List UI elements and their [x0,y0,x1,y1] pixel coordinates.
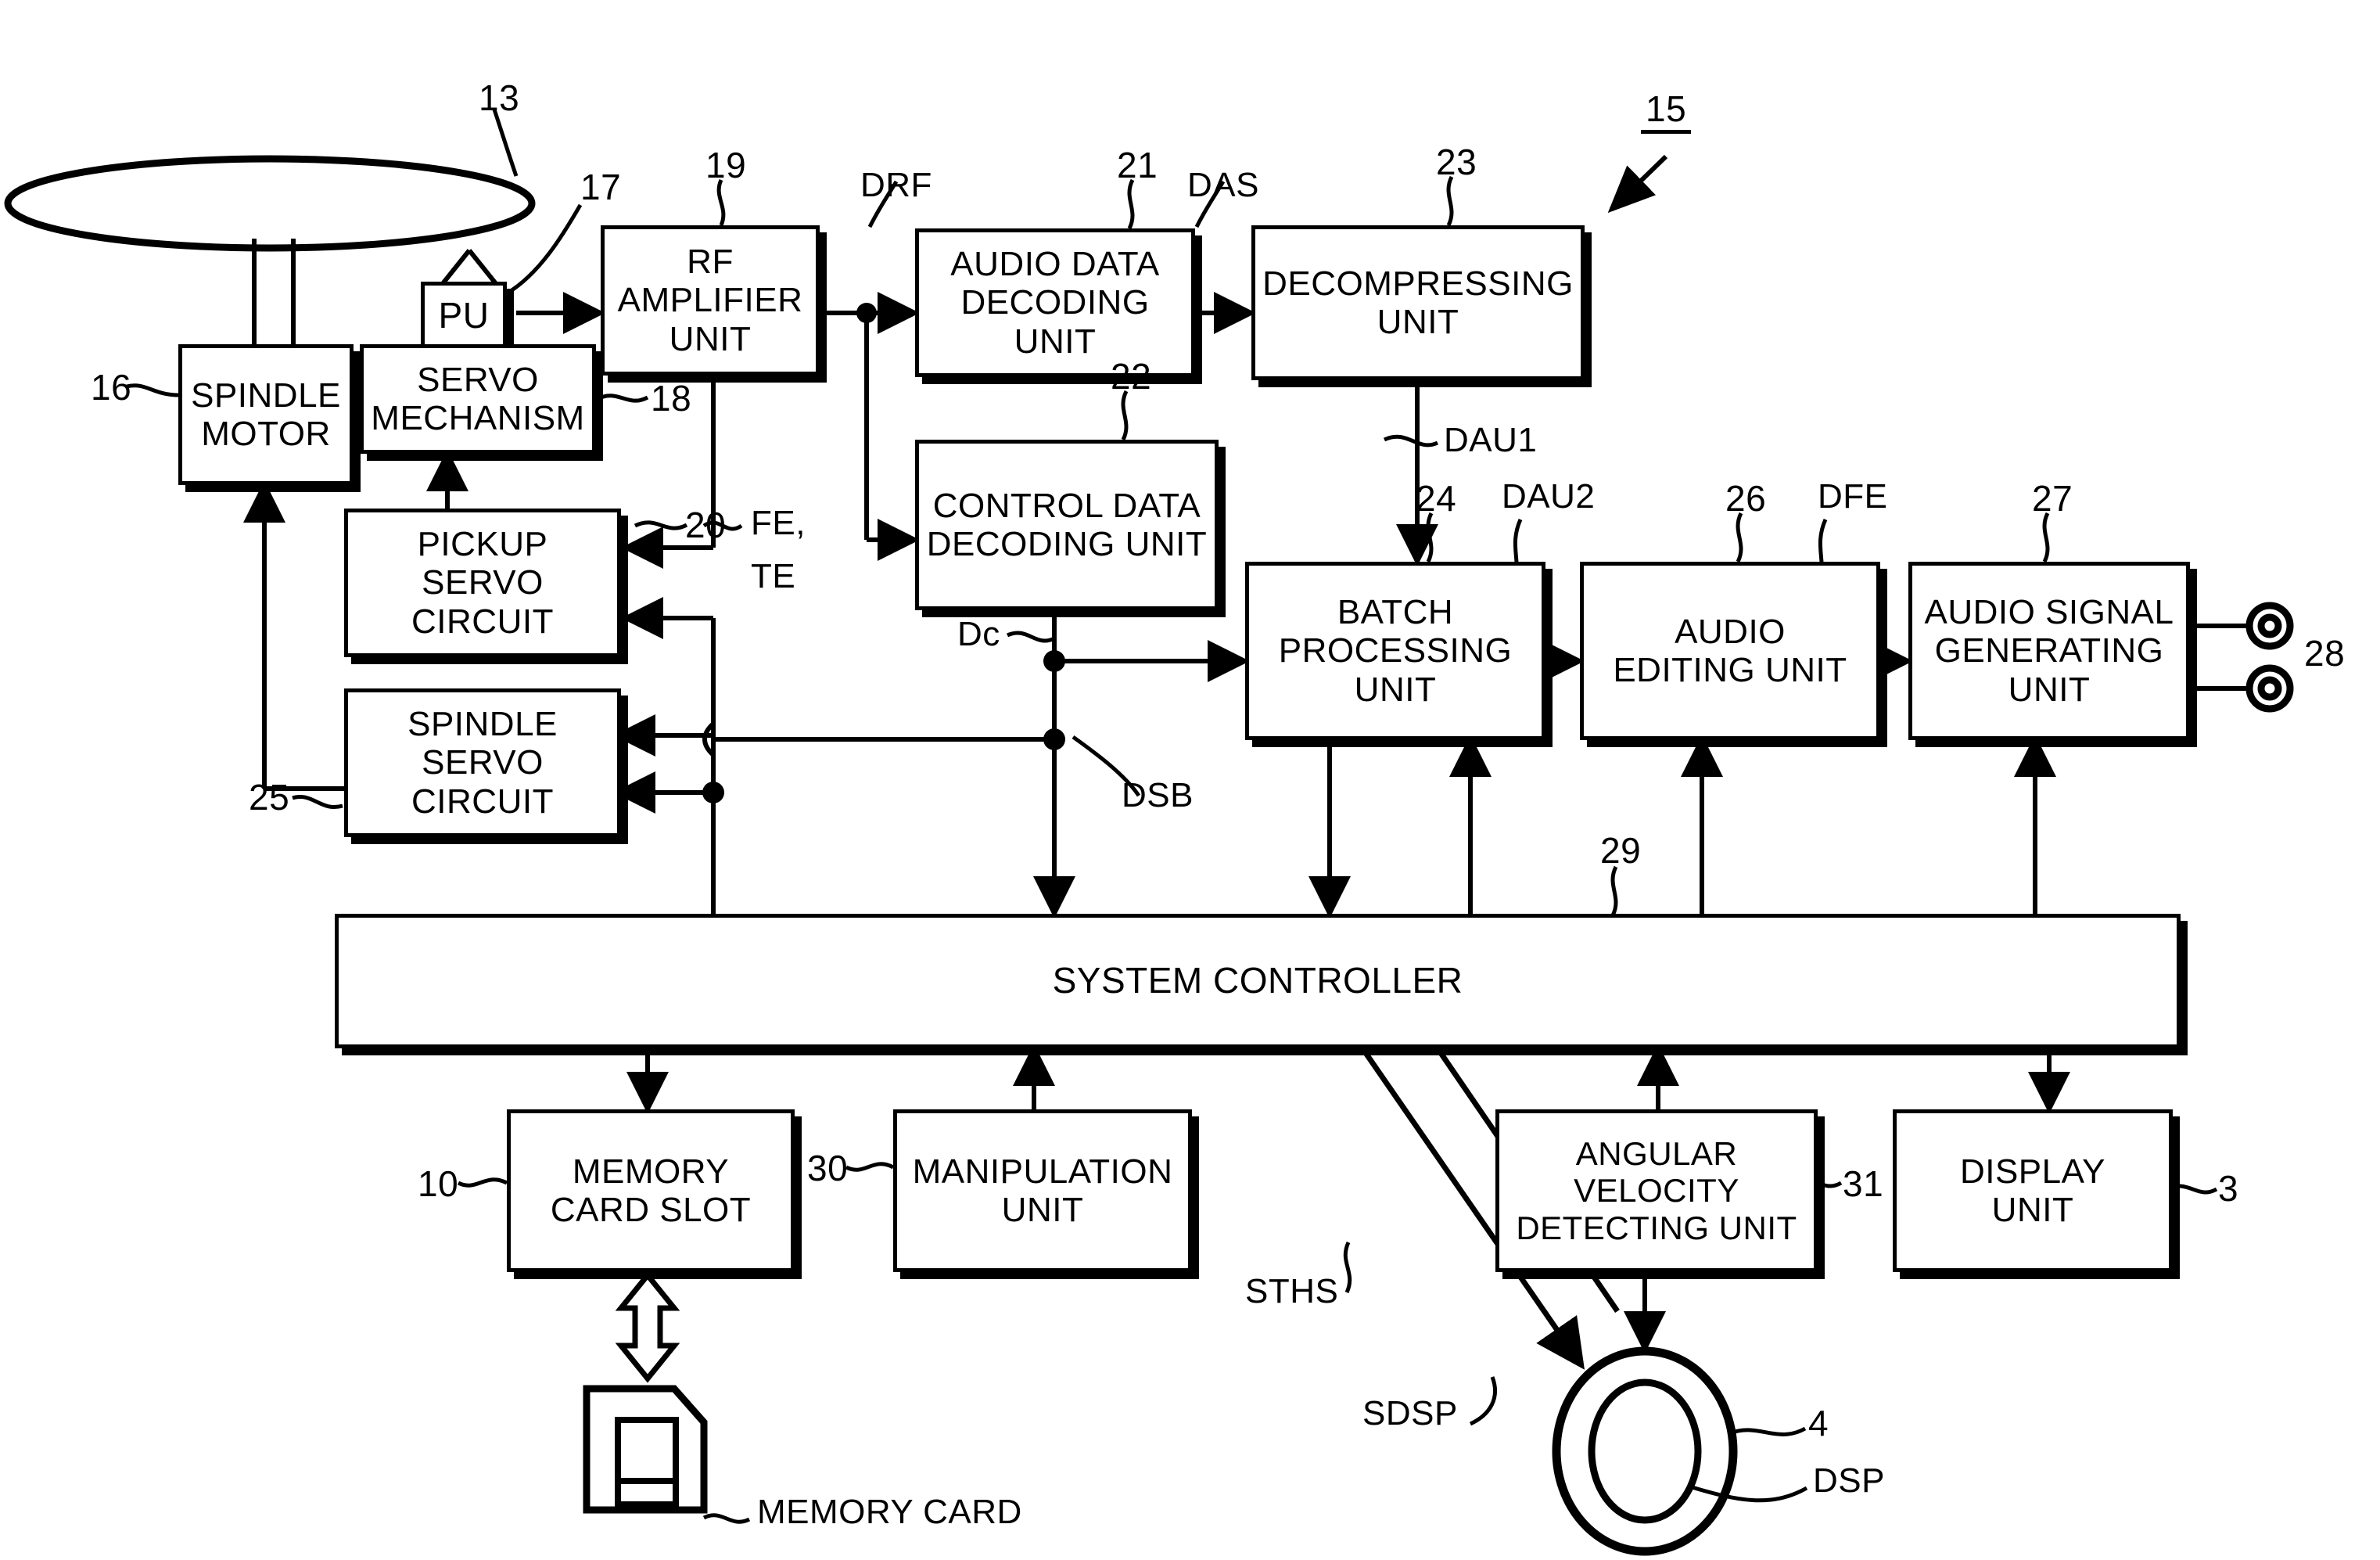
block-label-line2: DECODING UNIT [926,525,1208,563]
ref-10: 10 [418,1163,459,1204]
block-label-line1: DECOMPRESSING [1262,264,1574,303]
ref-15: 15 [1641,88,1692,134]
ref-3: 3 [2218,1168,2239,1209]
ref-4: 4 [1808,1403,1829,1443]
block-servo-mechanism[interactable]: SERVO MECHANISM [360,344,596,454]
signal-label-das: DAS [1187,166,1259,204]
ref-17: 17 [580,167,622,207]
block-label-line3: DETECTING UNIT [1516,1209,1797,1246]
ref-16: 16 [91,367,132,408]
block-label-line2: EDITING UNIT [1613,651,1847,689]
block-label-line2: UNIT [1001,1191,1084,1229]
block-pickup-servo-circuit[interactable]: PICKUP SERVO CIRCUIT [344,509,621,657]
signal-label-fe: FE, [751,504,806,542]
block-label-line2: SERVO [422,563,544,602]
signal-label-sths: STHS [1245,1272,1339,1310]
ref-23: 23 [1436,142,1477,182]
ref-29: 29 [1600,830,1642,871]
block-label-line3: CIRCUIT [411,602,554,641]
block-label-line2: PROCESSING [1278,631,1513,670]
block-label-line1: MEMORY [572,1152,730,1191]
signal-label-dsb: DSB [1122,776,1194,814]
ref-30: 30 [807,1148,849,1188]
memory-card-label: MEMORY CARD [757,1493,1022,1531]
signal-label-dfe: DFE [1818,477,1888,516]
block-spindle-servo-circuit[interactable]: SPINDLE SERVO CIRCUIT [344,688,621,837]
ref-21: 21 [1117,145,1158,185]
block-audio-signal-generating-unit[interactable]: AUDIO SIGNAL GENERATING UNIT [1908,562,2190,740]
block-label-line1: MANIPULATION [912,1152,1173,1191]
optical-disc [4,155,536,252]
signal-label-dc: Dc [957,615,1000,653]
block-label-line2: GENERATING [1934,631,2164,670]
block-label: PU [438,295,490,336]
block-label-line3: CIRCUIT [411,782,554,821]
dsp-label: DSP [1813,1461,1885,1500]
block-display-unit[interactable]: DISPLAY UNIT [1893,1109,2173,1272]
block-label-line2: SERVO [422,743,544,782]
block-label-line1: CONTROL DATA [932,486,1201,525]
block-label-line3: UNIT [1354,670,1437,709]
block-label-line2: MECHANISM [371,399,585,437]
block-rf-amplifier-unit[interactable]: RF AMPLIFIER UNIT [601,225,820,376]
block-label-line3: UNIT [669,319,752,358]
block-label-line2: AMPLIFIER [617,281,803,320]
figure-canvas: PU SPINDLE MOTOR SERVO MECHANISM RF AMPL… [0,0,2380,1560]
ref-20: 20 [685,505,727,545]
ref-25: 25 [249,777,290,818]
block-label-line1: SPINDLE [407,705,558,744]
block-label-line1: RF [687,243,734,282]
block-label-line1: AUDIO [1675,612,1786,651]
ref-26: 26 [1725,478,1767,519]
block-label-line2: UNIT [1991,1191,2074,1229]
ref-19: 19 [705,145,747,185]
block-label-line1: PICKUP [417,525,548,564]
block-audio-editing-unit[interactable]: AUDIO EDITING UNIT [1580,562,1880,740]
ref-27: 27 [2032,478,2073,519]
block-label-line3: UNIT [1014,322,1097,361]
block-label-line2: CARD SLOT [550,1191,752,1229]
block-label-line3: UNIT [2008,670,2091,709]
block-pickup-unit[interactable]: PU [421,282,507,350]
block-label-line1: SERVO [417,360,539,399]
block-label-line1: BATCH [1337,593,1454,632]
block-label-line1: SPINDLE [191,376,341,415]
block-label-line1: ANGULAR [1575,1135,1738,1173]
block-label: SYSTEM CONTROLLER [1052,960,1463,1001]
block-manipulation-unit[interactable]: MANIPULATION UNIT [893,1109,1192,1272]
ref-22: 22 [1111,356,1152,397]
block-label-line2: DECODING [960,283,1150,322]
signal-label-dau2: DAU2 [1502,477,1596,516]
block-batch-processing-unit[interactable]: BATCH PROCESSING UNIT [1245,562,1545,740]
ref-31: 31 [1843,1163,1884,1204]
block-label-line2: UNIT [1377,303,1459,341]
block-label-line1: AUDIO DATA [950,245,1160,284]
ref-28: 28 [2304,633,2346,674]
ref-13: 13 [479,77,520,118]
signal-label-drf: DRF [860,166,932,204]
block-memory-card-slot[interactable]: MEMORY CARD SLOT [507,1109,795,1272]
signal-label-dau1: DAU1 [1444,421,1538,459]
block-decompressing-unit[interactable]: DECOMPRESSING UNIT [1251,225,1585,380]
block-label-line1: AUDIO SIGNAL [1924,593,2174,632]
signal-label-te: TE [751,557,796,595]
block-system-controller[interactable]: SYSTEM CONTROLLER [335,914,2181,1048]
block-label-line2: MOTOR [201,415,331,453]
block-label-line2: VELOCITY [1574,1172,1739,1210]
signal-label-sdsp: SDSP [1362,1394,1458,1432]
block-control-data-decoding-unit[interactable]: CONTROL DATA DECODING UNIT [915,440,1219,610]
block-label-line1: DISPLAY [1959,1152,2106,1191]
block-angular-velocity-detecting-unit[interactable]: ANGULAR VELOCITY DETECTING UNIT [1495,1109,1818,1272]
block-spindle-motor[interactable]: SPINDLE MOTOR [178,344,354,485]
ref-18: 18 [651,378,692,419]
ref-24: 24 [1416,478,1457,519]
block-audio-data-decoding-unit[interactable]: AUDIO DATA DECODING UNIT [915,228,1195,377]
